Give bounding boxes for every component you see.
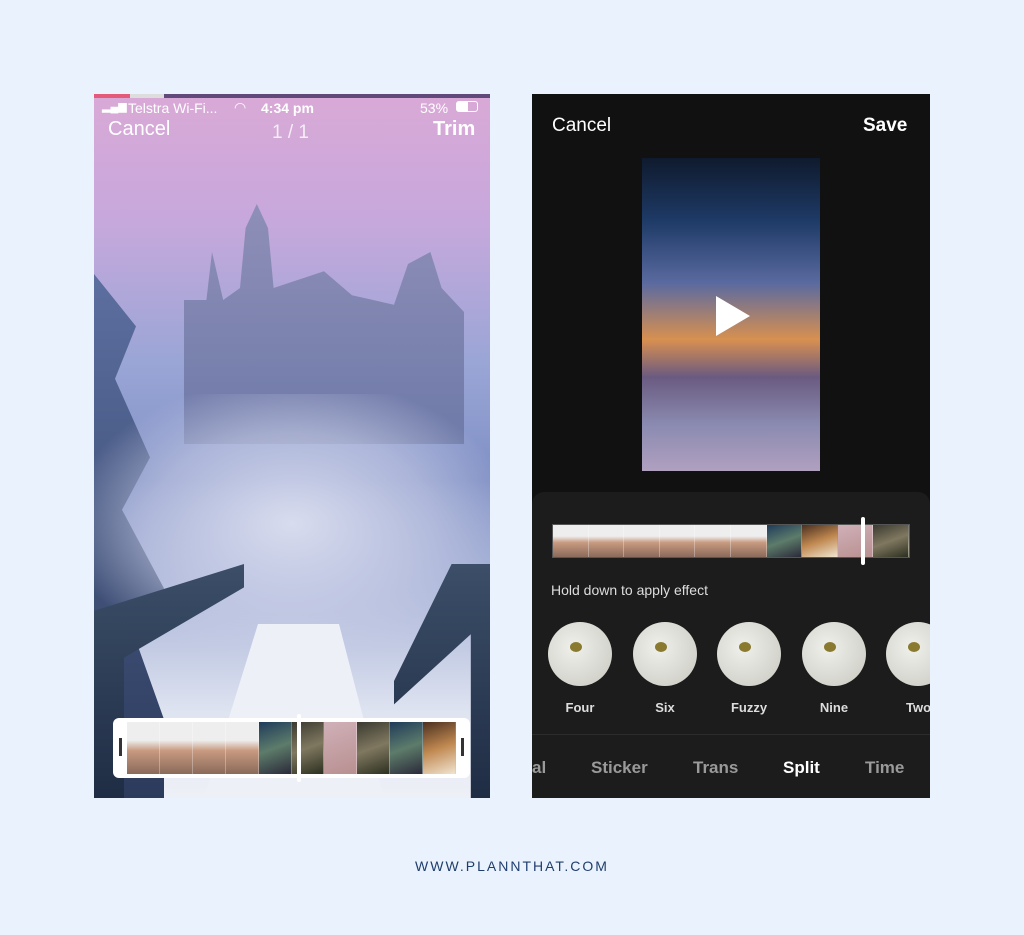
- filmstrip: [127, 722, 457, 774]
- clip-counter: 1 / 1: [272, 122, 309, 143]
- trim-handle-left[interactable]: [119, 738, 122, 756]
- effect-two[interactable]: [886, 622, 930, 686]
- battery-percent: 53%: [420, 100, 449, 116]
- effect-six[interactable]: [633, 622, 697, 686]
- filmstrip[interactable]: [552, 524, 910, 558]
- effect-fuzzy[interactable]: [717, 622, 781, 686]
- trim-screen: ▂▄▆ Telstra Wi-Fi... ◠ 4:34 pm 53% Cance…: [94, 94, 490, 798]
- cancel-button[interactable]: Cancel: [552, 115, 611, 137]
- wifi-icon: ◠: [234, 99, 247, 115]
- effects-panel: Hold down to apply effect Four Six Fuzzy…: [532, 492, 930, 798]
- tab-visual[interactable]: al: [532, 758, 546, 778]
- trim-frame[interactable]: [113, 714, 470, 782]
- carrier: Telstra Wi-Fi...: [128, 100, 218, 116]
- signal-icon: ▂▄▆: [102, 101, 127, 113]
- effect-four[interactable]: [548, 622, 612, 686]
- divider: [532, 734, 930, 735]
- clock: 4:34 pm: [261, 100, 314, 116]
- website-footer: WWW.PLANNTHAT.COM: [415, 858, 609, 874]
- tab-split[interactable]: Split: [783, 758, 820, 778]
- hint-text: Hold down to apply effect: [551, 582, 708, 598]
- tab-time[interactable]: Time: [865, 758, 904, 778]
- playhead[interactable]: [297, 714, 301, 782]
- effect-label: Four: [565, 700, 595, 715]
- trim-handle-right[interactable]: [461, 738, 464, 756]
- effect-nine[interactable]: [802, 622, 866, 686]
- battery-icon: [456, 101, 478, 112]
- playhead[interactable]: [861, 517, 865, 565]
- save-button[interactable]: Save: [863, 115, 907, 137]
- effect-label: Fuzzy: [730, 700, 768, 715]
- trim-button[interactable]: Trim: [433, 118, 475, 141]
- effect-label: Nine: [819, 700, 849, 715]
- cancel-button[interactable]: Cancel: [108, 118, 170, 141]
- effects-screen: Cancel Save Hold down to apply effect Fo…: [532, 94, 930, 798]
- effect-label: Six: [655, 700, 675, 715]
- video-preview[interactable]: [642, 158, 820, 471]
- tab-sticker[interactable]: Sticker: [591, 758, 648, 778]
- play-icon[interactable]: [716, 296, 750, 336]
- effect-label: Two: [906, 700, 930, 715]
- tab-trans[interactable]: Trans: [693, 758, 738, 778]
